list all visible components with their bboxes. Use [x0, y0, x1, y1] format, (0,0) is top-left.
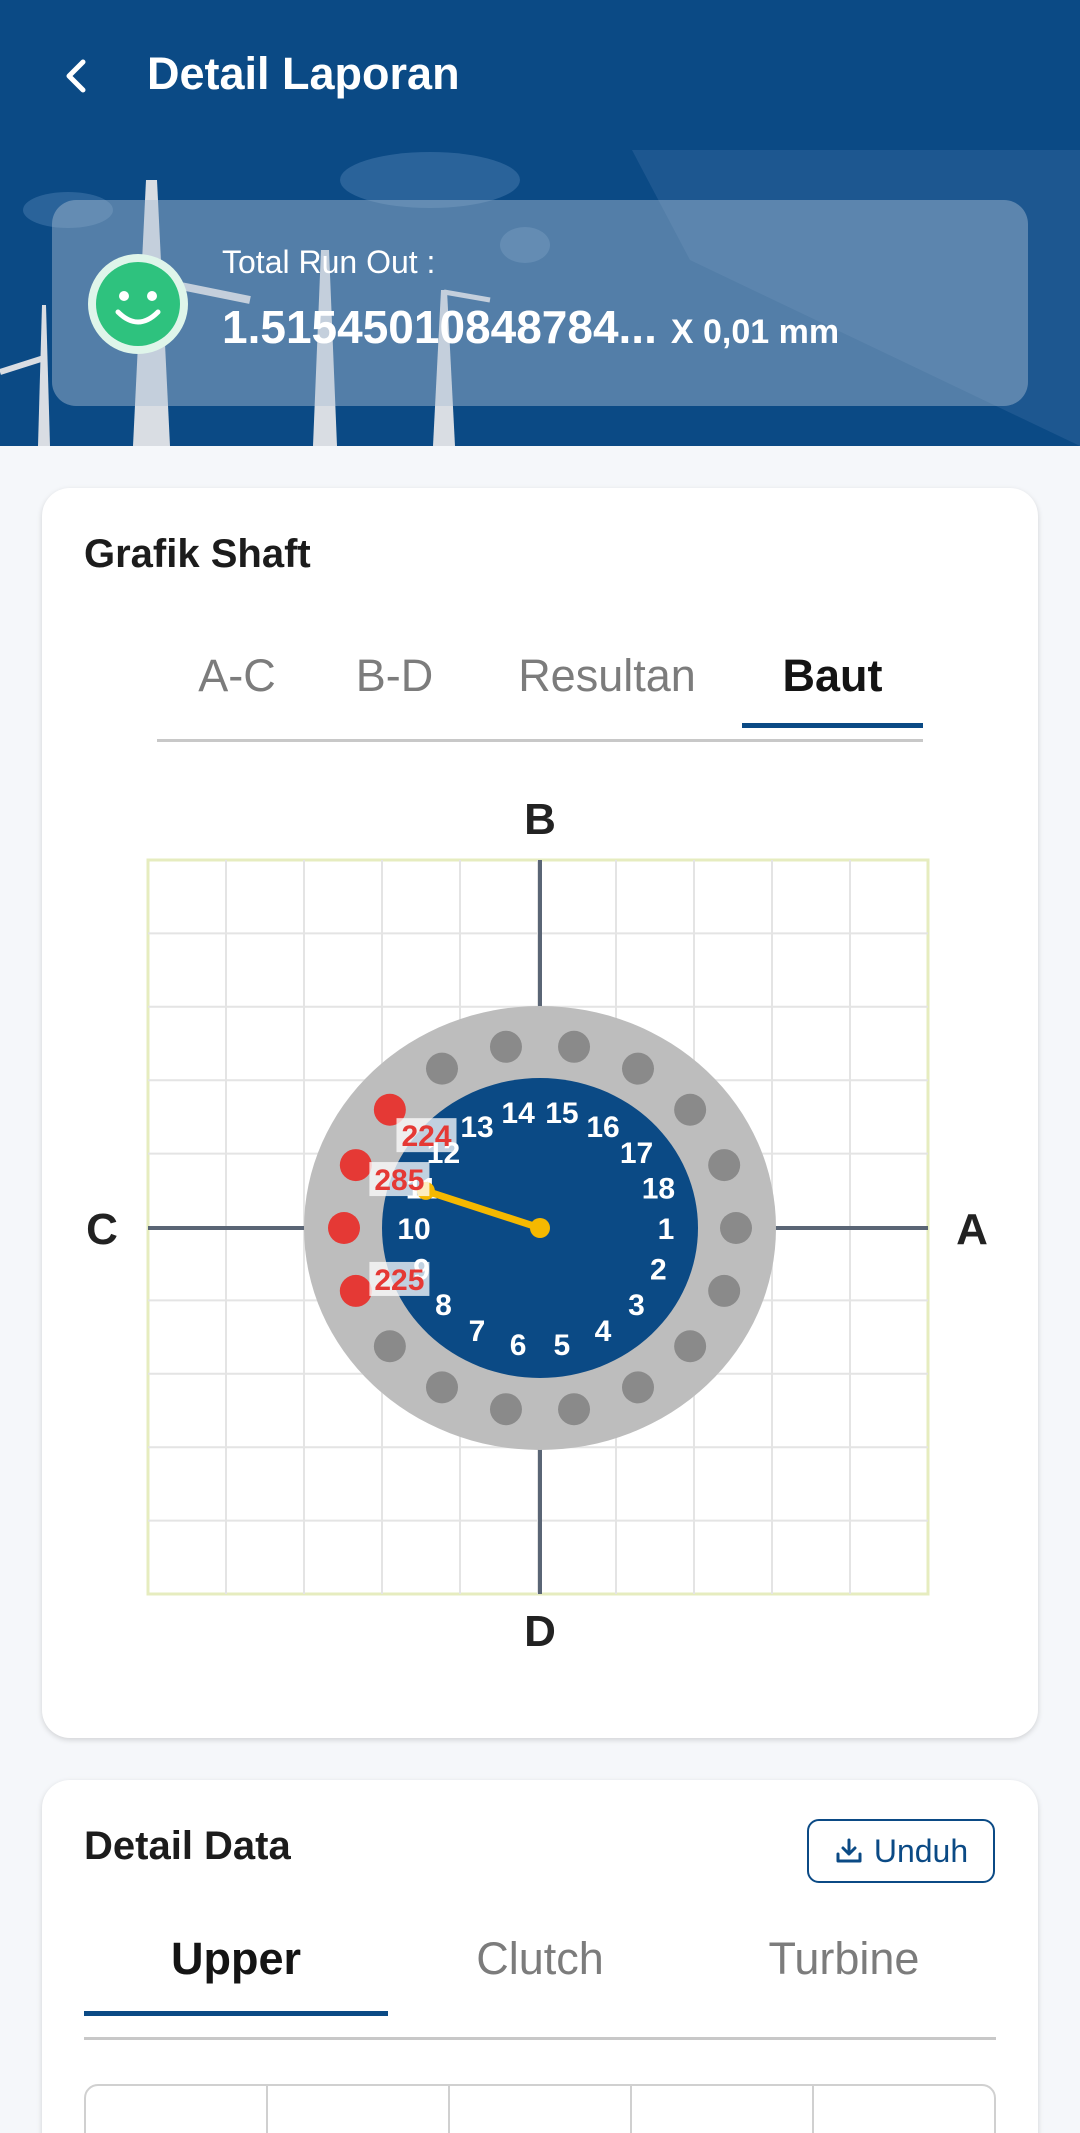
download-icon: [836, 1838, 862, 1863]
bolt-hole-highlighted: [339, 1274, 372, 1307]
bolt-hole: [373, 1330, 406, 1363]
detail-data-table: No A B C D: [84, 2084, 996, 2133]
total-run-out-unit: X 0,01 mm: [670, 313, 840, 351]
bolt-hole: [489, 1030, 522, 1063]
total-run-out-card: Total Run Out : 1.51545010848784... X 0,0…: [52, 200, 1028, 406]
detail-tabs: Upper Clutch Turbine: [84, 1920, 996, 2016]
table-header-no: No: [86, 2086, 268, 2133]
bolt-number: 13: [460, 1111, 493, 1144]
bolt-hole: [426, 1052, 458, 1085]
bolt-number: 17: [620, 1137, 653, 1170]
download-label: Unduh: [873, 1832, 969, 1869]
detail-tabs-divider: [84, 2037, 996, 2040]
pointer-center: [530, 1218, 550, 1238]
bolt-number: 5: [554, 1329, 571, 1362]
bolt-number: 3: [628, 1289, 645, 1322]
bolt-hole: [622, 1371, 654, 1404]
smiley-icon: [88, 254, 188, 354]
bolt-hole: [674, 1330, 707, 1363]
bolt-hole: [622, 1052, 654, 1085]
bolt-hole: [558, 1030, 591, 1063]
tab-label: Clutch: [476, 1933, 604, 1984]
bolt-number: 14: [501, 1097, 535, 1130]
bolt-number: 1: [658, 1213, 675, 1246]
bolt-hole-highlighted: [328, 1212, 360, 1244]
total-run-out-value-row: 1.51545010848784... X 0,01 mm: [222, 300, 839, 354]
app-header: Detail Laporan Total Run Out : 1.5154501…: [0, 0, 1080, 446]
axis-label-c: C: [86, 1205, 118, 1254]
bolt-number: 18: [642, 1173, 675, 1206]
axis-label-a: A: [956, 1205, 988, 1254]
detail-card-title: Detail Data: [84, 1824, 291, 1868]
bolt-number: 4: [595, 1315, 612, 1348]
bolt-number: 10: [397, 1213, 430, 1246]
bolt-hole: [674, 1093, 707, 1126]
table-header-a: A: [268, 2086, 450, 2133]
axis-label-b: B: [524, 795, 556, 844]
bolt-number: 7: [469, 1315, 486, 1348]
bolt-number: 2: [650, 1253, 667, 1286]
bolt-hole: [426, 1371, 458, 1404]
bolt-hole: [558, 1393, 591, 1426]
table-header-d: D: [814, 2086, 994, 2133]
bolt-hole: [708, 1274, 741, 1307]
total-run-out-value: 1.51545010848784...: [222, 301, 657, 353]
value-label: 224: [401, 1120, 451, 1153]
total-run-out-label: Total Run Out :: [222, 244, 436, 280]
axis-label-d: D: [524, 1607, 556, 1656]
bolt-hole: [708, 1149, 741, 1182]
page-title: Detail Laporan: [147, 48, 460, 99]
bolt-number: 6: [510, 1329, 527, 1362]
tab-label: Upper: [170, 1933, 301, 1984]
tab-clutch[interactable]: Clutch: [388, 1920, 692, 2016]
bolt-hole: [489, 1393, 522, 1426]
bolt-number: 15: [545, 1097, 578, 1130]
table-header-c: C: [632, 2086, 814, 2133]
bolt-chart: BDCA123456789101112131415161718224285225: [86, 795, 988, 1656]
table-header-b: B: [450, 2086, 632, 2133]
tab-turbine[interactable]: Turbine: [692, 1920, 996, 2016]
download-button[interactable]: Unduh: [807, 1819, 995, 1883]
bolt-hole-highlighted: [339, 1149, 372, 1182]
detail-data-card: Detail Data Unduh Upper Clutch Turbine N…: [42, 1780, 1038, 2133]
value-label: 285: [374, 1164, 424, 1197]
tab-upper[interactable]: Upper: [84, 1920, 388, 2016]
tab-label: Turbine: [768, 1933, 920, 1984]
bolt-number: 16: [586, 1111, 619, 1144]
bolt-hole: [720, 1212, 752, 1244]
chevron-left-icon: [66, 59, 86, 93]
back-button[interactable]: [44, 40, 108, 112]
bolt-number: 8: [435, 1289, 452, 1322]
shaft-chart-card: Grafik Shaft A-C B-D Resultan Baut BDCA1…: [42, 488, 1038, 1738]
value-label: 225: [374, 1264, 424, 1297]
